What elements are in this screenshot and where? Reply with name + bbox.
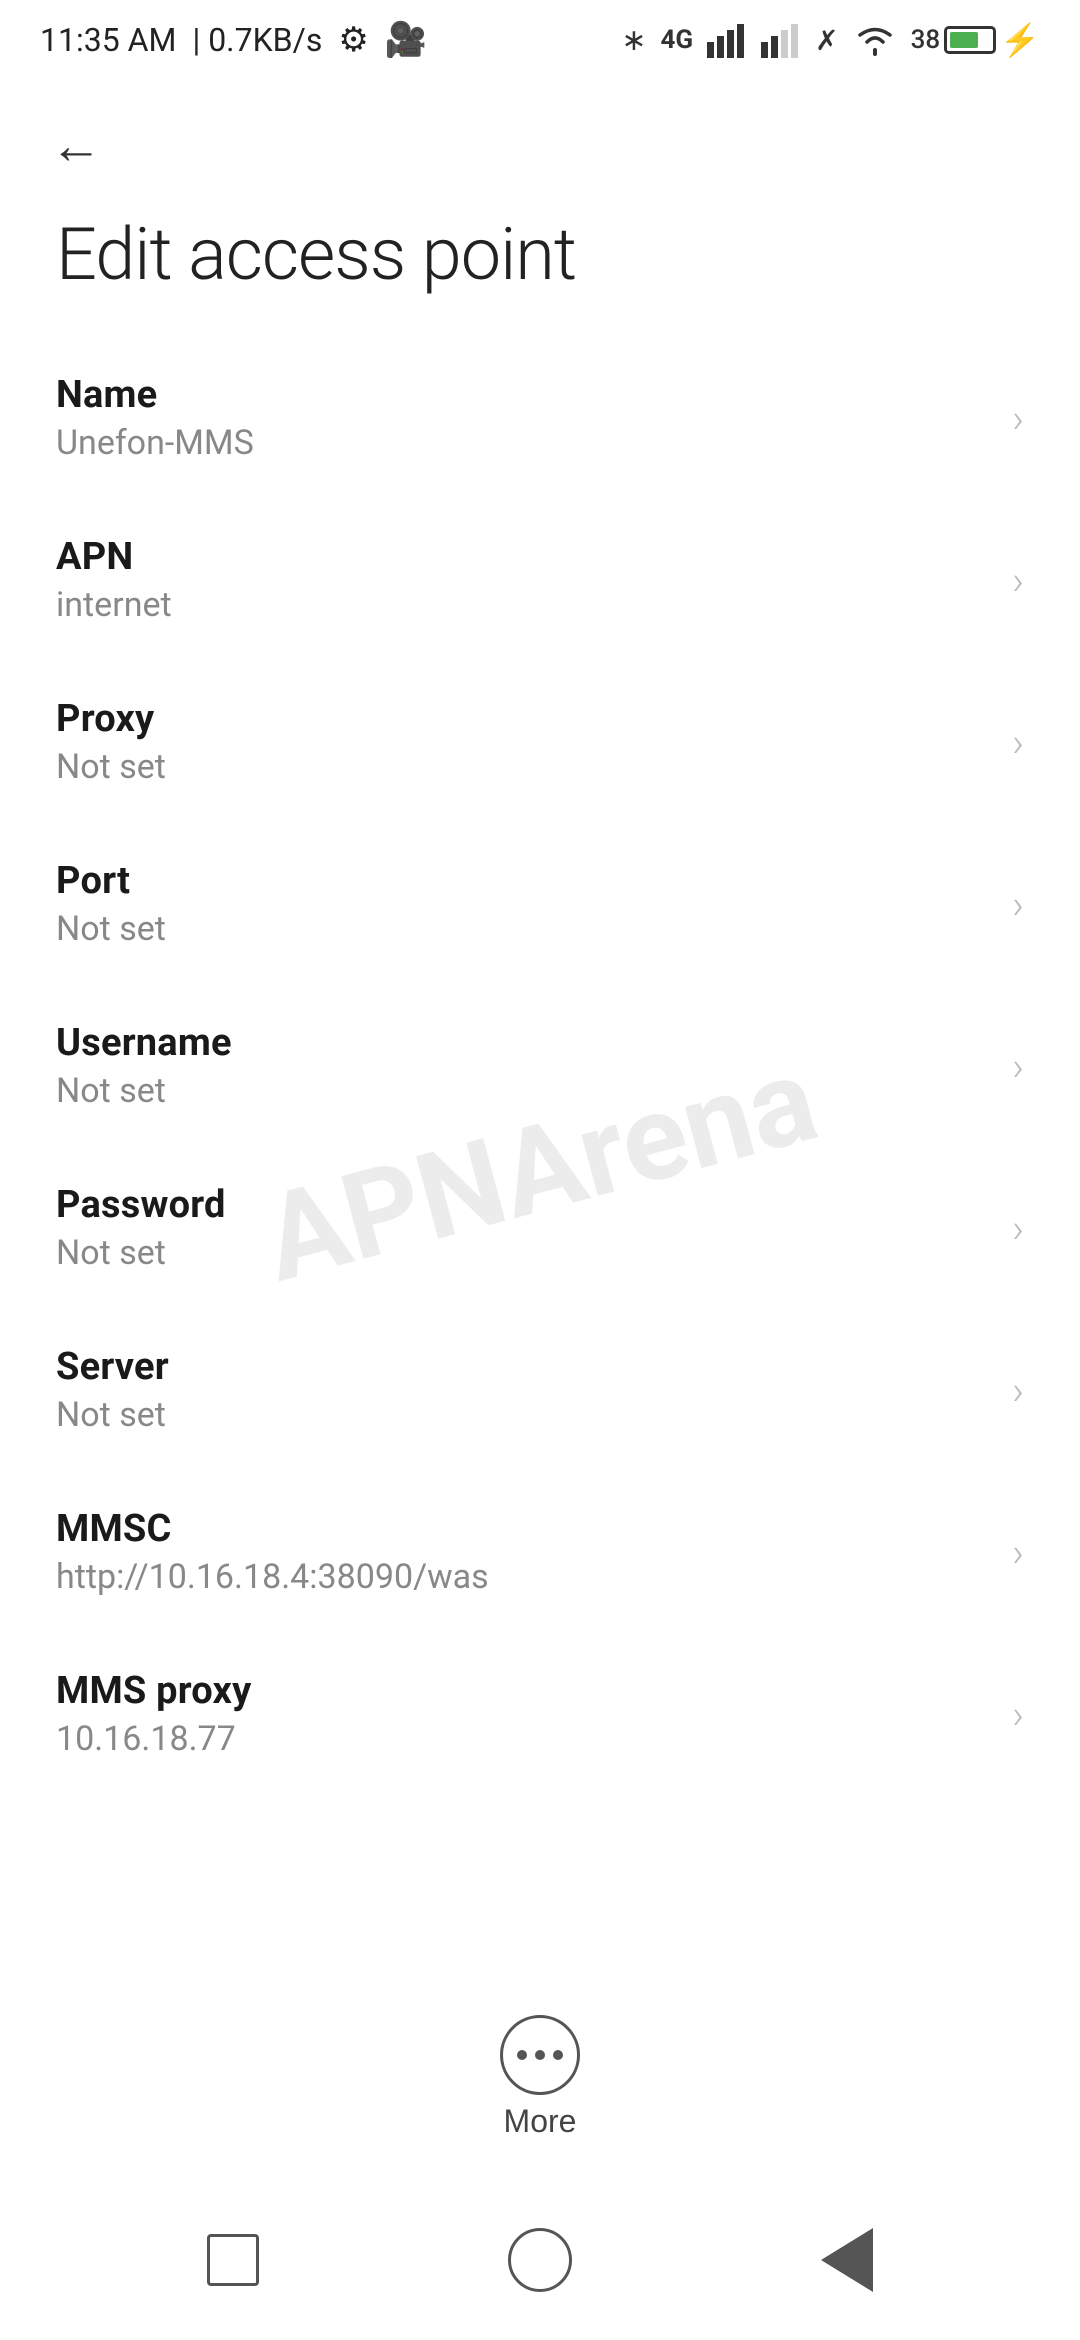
settings-item[interactable]: Username Not set › (0, 985, 1080, 1147)
status-bar: 11:35 AM | 0.7KB/s ⚙ 🎥 ∗ 4G ✗ 38 (0, 0, 1080, 80)
settings-item-content-2: Proxy Not set (56, 697, 166, 787)
battery-level: 38 (911, 25, 941, 55)
home-button[interactable] (490, 2210, 590, 2310)
settings-item[interactable]: Password Not set › (0, 1147, 1080, 1309)
settings-item-content-6: Server Not set (56, 1345, 169, 1435)
chevron-right-icon-8: › (1012, 1691, 1024, 1738)
signal-bars2-icon (761, 22, 801, 58)
signal-bars-icon (707, 22, 747, 58)
settings-item-value-6: Not set (56, 1395, 169, 1435)
chevron-right-icon-7: › (1012, 1529, 1024, 1576)
settings-item[interactable]: MMSC http://10.16.18.4:38090/was › (0, 1471, 1080, 1633)
home-icon (508, 2228, 572, 2292)
settings-item-label-0: Name (56, 373, 254, 417)
settings-item-value-7: http://10.16.18.4:38090/was (56, 1557, 489, 1597)
settings-item-label-3: Port (56, 859, 166, 903)
settings-item-content-5: Password Not set (56, 1183, 226, 1273)
more-label: More (504, 2103, 577, 2140)
settings-item-content-1: APN internet (56, 535, 172, 625)
settings-item-value-5: Not set (56, 1233, 226, 1273)
battery-icon (944, 26, 996, 54)
settings-item[interactable]: MMS proxy 10.16.18.77 › (0, 1633, 1080, 1795)
settings-item-content-0: Name Unefon-MMS (56, 373, 254, 463)
settings-item-content-3: Port Not set (56, 859, 166, 949)
back-nav-icon (821, 2228, 873, 2292)
chevron-right-icon-0: › (1012, 395, 1024, 442)
status-right: ∗ 4G ✗ 38 ⚡ (621, 21, 1040, 59)
nav-bar (0, 2180, 1080, 2340)
settings-item-label-7: MMSC (56, 1507, 489, 1551)
settings-item[interactable]: Name Unefon-MMS › (0, 337, 1080, 499)
back-button[interactable]: ← (40, 110, 112, 182)
settings-item-label-1: APN (56, 535, 172, 579)
settings-item-label-8: MMS proxy (56, 1669, 251, 1713)
settings-item[interactable]: Port Not set › (0, 823, 1080, 985)
time-display: 11:35 AM (40, 21, 176, 59)
back-arrow-icon: ← (50, 120, 102, 172)
back-nav-button[interactable] (797, 2210, 897, 2310)
signal-4g-icon: 4G (660, 25, 693, 55)
settings-item-value-3: Not set (56, 909, 166, 949)
settings-item-content-7: MMSC http://10.16.18.4:38090/was (56, 1507, 489, 1597)
settings-item-label-2: Proxy (56, 697, 166, 741)
recents-button[interactable] (183, 2210, 283, 2310)
page-title: Edit access point (0, 192, 1080, 337)
settings-item[interactable]: APN internet › (0, 499, 1080, 661)
settings-item-content-4: Username Not set (56, 1021, 232, 1111)
settings-item[interactable]: Proxy Not set › (0, 661, 1080, 823)
no-signal-icon: ✗ (815, 24, 838, 57)
settings-item-value-4: Not set (56, 1071, 232, 1111)
settings-icon: ⚙ (338, 20, 368, 60)
more-button[interactable]: More (460, 1995, 620, 2160)
back-row: ← (0, 80, 1080, 192)
chevron-right-icon-5: › (1012, 1205, 1024, 1252)
more-dots-icon (500, 2015, 580, 2095)
settings-item-label-4: Username (56, 1021, 232, 1065)
settings-item-value-8: 10.16.18.77 (56, 1719, 251, 1759)
wifi-icon (853, 22, 897, 58)
recents-icon (207, 2234, 259, 2286)
chevron-right-icon-3: › (1012, 881, 1024, 928)
settings-item[interactable]: Server Not set › (0, 1309, 1080, 1471)
charging-icon: ⚡ (1000, 21, 1040, 59)
chevron-right-icon-6: › (1012, 1367, 1024, 1414)
battery-indicator: 38 ⚡ (911, 21, 1040, 59)
chevron-right-icon-1: › (1012, 557, 1024, 604)
chevron-right-icon-4: › (1012, 1043, 1024, 1090)
settings-list: Name Unefon-MMS › APN internet › Proxy N… (0, 337, 1080, 1795)
settings-item-content-8: MMS proxy 10.16.18.77 (56, 1669, 251, 1759)
bluetooth-icon: ∗ (621, 23, 646, 58)
settings-item-value-0: Unefon-MMS (56, 423, 254, 463)
settings-item-value-2: Not set (56, 747, 166, 787)
chevron-right-icon-2: › (1012, 719, 1024, 766)
settings-item-label-5: Password (56, 1183, 226, 1227)
status-left: 11:35 AM | 0.7KB/s ⚙ 🎥 (40, 20, 427, 60)
speed-display: | 0.7KB/s (192, 21, 322, 59)
settings-item-value-1: internet (56, 585, 172, 625)
settings-item-label-6: Server (56, 1345, 169, 1389)
camera-icon: 🎥 (385, 20, 427, 60)
more-section: More (0, 1995, 1080, 2160)
